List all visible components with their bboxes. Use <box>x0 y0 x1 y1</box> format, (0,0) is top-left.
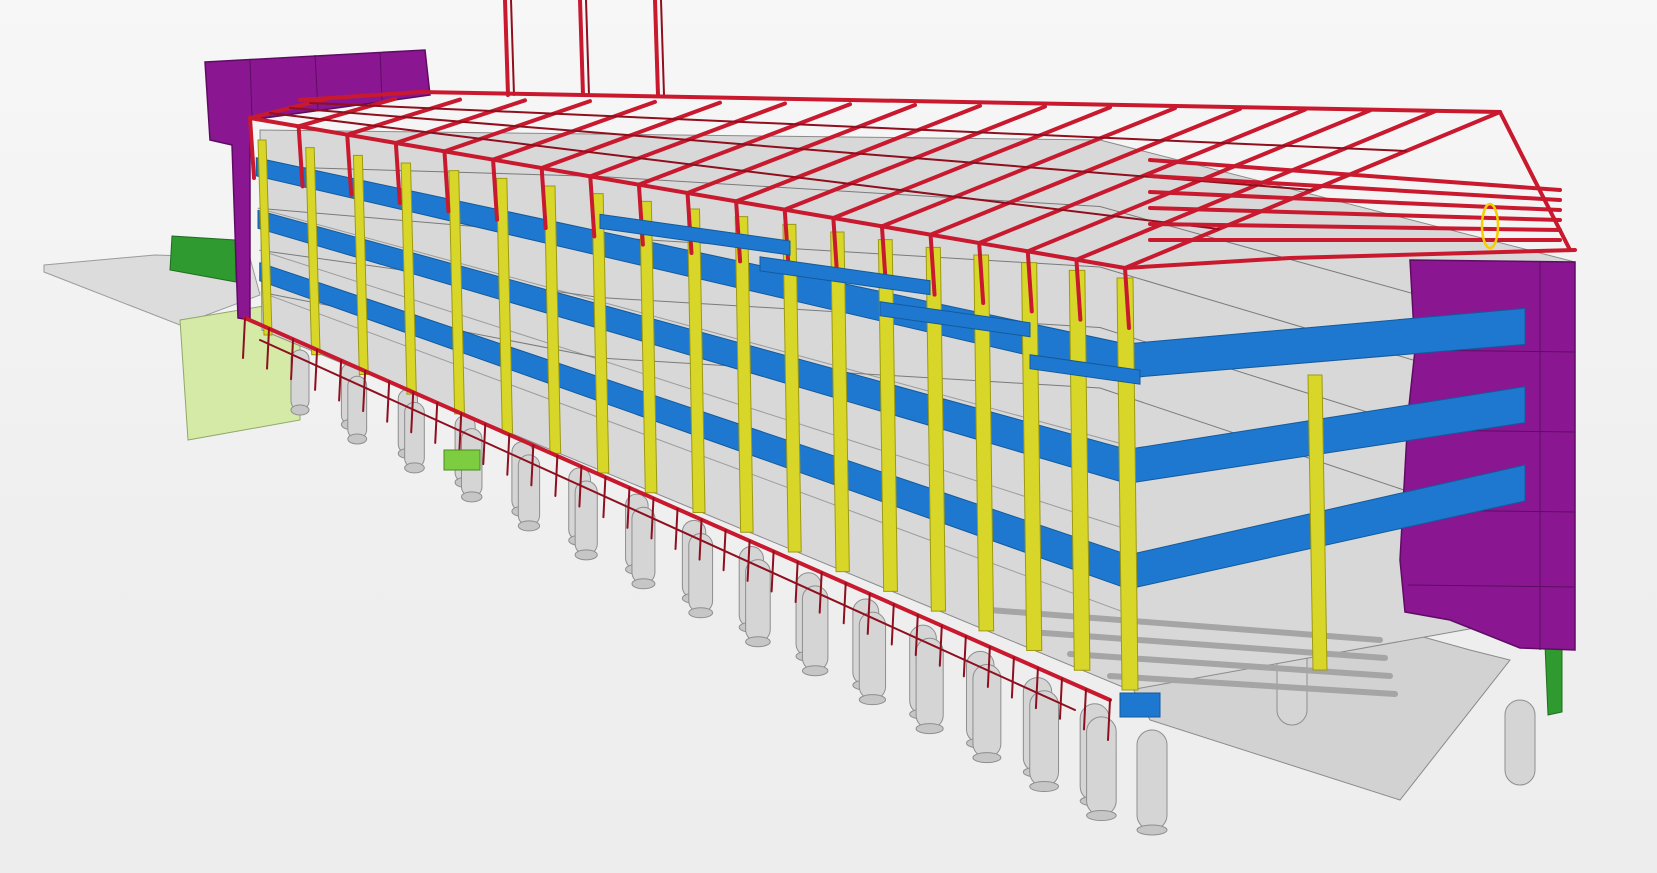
pile-base <box>460 491 483 503</box>
steel-mast <box>585 0 590 96</box>
pile <box>1136 729 1168 831</box>
pile <box>1086 716 1117 817</box>
bottom-hanger <box>1058 677 1063 720</box>
pile <box>801 585 829 672</box>
pile-base <box>290 404 310 416</box>
pile-base <box>517 520 541 532</box>
pile-base <box>972 752 1002 764</box>
steel-mast <box>503 0 510 97</box>
pile <box>1029 690 1060 788</box>
bottom-hanger <box>434 401 439 444</box>
steel-mast <box>660 0 665 96</box>
pile <box>858 611 887 701</box>
bottom-hanger <box>842 582 847 625</box>
green-small-element <box>443 449 481 471</box>
pile-base <box>404 462 425 474</box>
pile-base <box>574 549 598 561</box>
bottom-hanger <box>602 476 607 519</box>
bottom-hanger <box>1010 656 1015 699</box>
pile-base <box>1086 810 1117 822</box>
bottom-hanger <box>338 359 343 402</box>
bottom-hanger <box>386 380 391 423</box>
pile-base <box>688 607 714 619</box>
bottom-hanger <box>482 423 487 466</box>
pile-base <box>631 578 656 590</box>
bottom-hanger <box>554 454 559 497</box>
pile-base <box>347 433 368 445</box>
pile-base <box>858 694 887 706</box>
bottom-hanger <box>722 529 727 572</box>
pile <box>915 637 944 730</box>
pile-base <box>1136 824 1168 836</box>
building-model[interactable] <box>0 0 1657 873</box>
bottom-hanger <box>674 508 679 550</box>
steel-mast <box>578 0 585 97</box>
pile <box>972 663 1002 759</box>
pile-base <box>1029 781 1060 793</box>
bottom-hanger <box>770 550 775 593</box>
bottom-hanger <box>890 603 895 646</box>
corner-pile-cap <box>1119 692 1161 718</box>
bottom-hanger <box>962 635 967 678</box>
pile <box>1504 699 1536 786</box>
bottom-hanger <box>314 348 319 391</box>
steel-mast <box>653 0 660 97</box>
pile-base <box>745 636 771 648</box>
steel-mast <box>510 0 515 96</box>
pile-base <box>801 665 829 677</box>
green-wall-right <box>1544 639 1563 716</box>
3d-model-viewport[interactable] <box>0 0 1657 873</box>
pile-base <box>915 723 944 735</box>
bottom-hanger <box>506 433 511 476</box>
pile <box>745 559 771 643</box>
